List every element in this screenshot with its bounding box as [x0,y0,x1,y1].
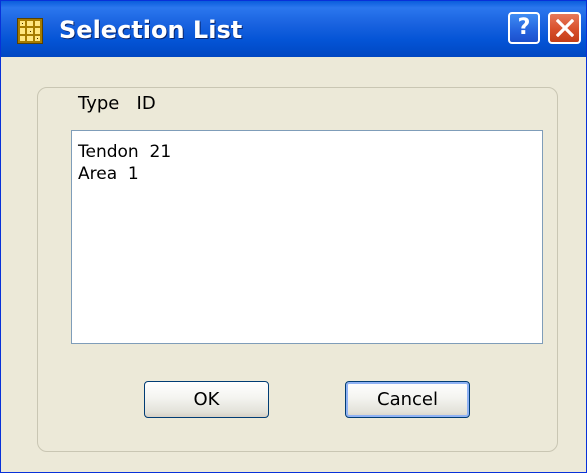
title-bar[interactable]: Selection List ? [1,1,586,57]
selection-list-dialog: Selection List ? Type ID Tendon 21 Area … [0,0,587,473]
list-item[interactable]: Tendon 21 [78,141,171,163]
grid-app-icon [17,18,43,44]
close-x-icon [555,19,574,37]
list-item[interactable]: Area 1 [78,163,139,185]
ok-button[interactable]: OK [144,381,269,418]
help-button[interactable]: ? [508,12,540,44]
cancel-button[interactable]: Cancel [345,381,470,418]
close-button[interactable] [548,12,581,44]
list-column-header: Type ID [78,93,156,114]
window-title: Selection List [59,16,243,44]
selection-listbox[interactable]: Tendon 21 Area 1 [71,130,543,344]
